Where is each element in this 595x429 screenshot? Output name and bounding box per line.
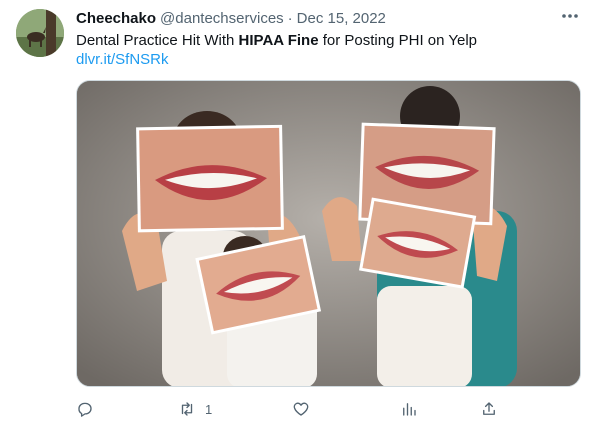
- share-button[interactable]: [480, 396, 498, 422]
- tweet-text: Dental Practice Hit With HIPAA Fine for …: [76, 31, 477, 51]
- tweet-header: Cheechako @dantechservices · Dec 15, 202…: [76, 8, 386, 28]
- tweet-link[interactable]: dlvr.it/SfNSRk: [76, 50, 169, 70]
- retweet-button[interactable]: 1: [177, 396, 212, 422]
- retweet-icon: [181, 402, 193, 416]
- like-button[interactable]: [292, 396, 318, 422]
- views-icon: [403, 403, 416, 416]
- tweet-text-end: for Posting PHI on Yelp: [318, 32, 477, 49]
- views-button[interactable]: [400, 396, 418, 422]
- tweet-date[interactable]: Dec 15, 2022: [297, 10, 386, 27]
- separator-dot: ·: [287, 9, 293, 27]
- tweet-text-start: Dental Practice Hit With: [76, 32, 239, 49]
- like-icon: [293, 402, 309, 416]
- share-icon: [483, 402, 495, 415]
- tweet-image[interactable]: [76, 80, 581, 387]
- avatar[interactable]: [16, 9, 64, 57]
- tweet-text-bold: HIPAA Fine: [238, 32, 319, 49]
- retweet-count: 1: [205, 401, 213, 417]
- more-icon[interactable]: [559, 6, 581, 26]
- reply-button[interactable]: [76, 396, 102, 422]
- author-handle[interactable]: @dantechservices: [160, 10, 284, 27]
- action-bar: 1: [76, 396, 516, 422]
- author-name[interactable]: Cheechako: [76, 10, 156, 27]
- reply-icon: [78, 402, 92, 417]
